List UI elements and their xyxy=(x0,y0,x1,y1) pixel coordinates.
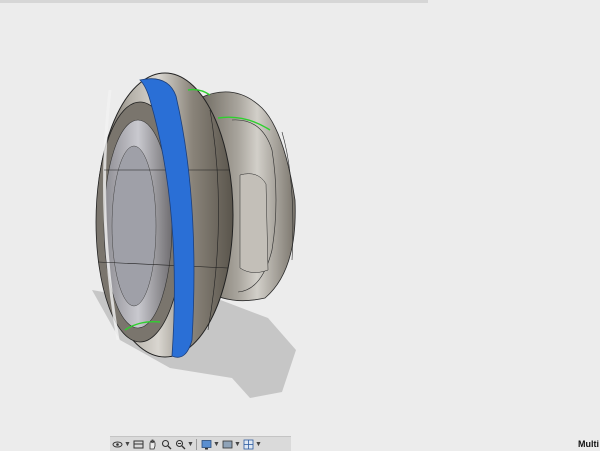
orbit-dropdown-icon[interactable]: ▼ xyxy=(124,438,131,451)
grid-icon[interactable] xyxy=(241,438,255,451)
visual-style-dropdown-icon[interactable]: ▼ xyxy=(234,438,241,451)
zoom-fit-icon[interactable] xyxy=(173,438,187,451)
visual-style-icon[interactable] xyxy=(220,438,234,451)
grid-dropdown-icon[interactable]: ▼ xyxy=(255,438,262,451)
display-dropdown-icon[interactable]: ▼ xyxy=(213,438,220,451)
navigation-toolbar: ▼ ▼ ▼ ▼ ▼ xyxy=(110,436,291,451)
zoom-dropdown-icon[interactable]: ▼ xyxy=(187,438,194,451)
toolbar-separator xyxy=(196,438,197,450)
zoom-icon[interactable] xyxy=(159,438,173,451)
display-mode-icon[interactable] xyxy=(199,438,213,451)
pan-hand-icon[interactable] xyxy=(145,438,159,451)
look-at-icon[interactable] xyxy=(131,438,145,451)
orbit-icon[interactable] xyxy=(110,438,124,451)
status-label: Multi xyxy=(578,439,599,449)
3d-viewport[interactable] xyxy=(0,0,600,450)
